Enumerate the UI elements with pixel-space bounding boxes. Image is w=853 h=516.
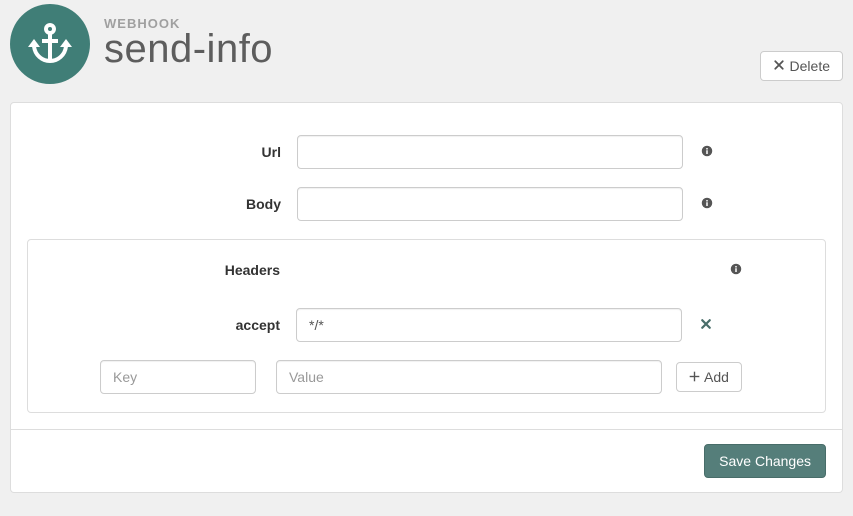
form-panel: Url Body Headers accept	[10, 102, 843, 430]
url-row: Url	[27, 135, 826, 169]
info-icon[interactable]	[701, 144, 713, 160]
webhook-avatar	[10, 4, 90, 84]
header-row: accept	[40, 308, 813, 342]
page-header: WEBHOOK send-info Delete	[0, 0, 853, 102]
header-key-label: accept	[40, 317, 296, 333]
info-icon[interactable]	[701, 196, 713, 212]
body-label: Body	[27, 196, 297, 212]
headers-section: Headers accept	[27, 239, 826, 413]
body-input[interactable]	[297, 187, 683, 221]
plus-icon	[689, 369, 700, 385]
url-label: Url	[27, 144, 297, 160]
anchor-icon	[26, 19, 74, 70]
save-button[interactable]: Save Changes	[704, 444, 826, 478]
header-value-input[interactable]	[276, 360, 662, 394]
body-row: Body	[27, 187, 826, 221]
delete-button-label: Delete	[790, 58, 830, 74]
url-input[interactable]	[297, 135, 683, 169]
headers-section-label: Headers	[40, 262, 296, 278]
remove-header-button[interactable]	[696, 313, 716, 338]
add-header-button[interactable]: Add	[676, 362, 742, 392]
form-footer: Save Changes	[10, 430, 843, 493]
add-button-label: Add	[704, 369, 729, 385]
close-icon	[773, 58, 785, 74]
delete-button[interactable]: Delete	[760, 51, 843, 81]
save-button-label: Save Changes	[719, 453, 811, 469]
headers-title-row: Headers	[40, 262, 813, 278]
info-icon[interactable]	[730, 262, 742, 278]
header-new-row: Add	[40, 360, 813, 394]
header-key-input[interactable]	[100, 360, 256, 394]
header-value-input[interactable]	[296, 308, 682, 342]
title-group: WEBHOOK send-info	[104, 16, 273, 72]
close-icon	[700, 317, 712, 334]
page-title: send-info	[104, 27, 273, 72]
